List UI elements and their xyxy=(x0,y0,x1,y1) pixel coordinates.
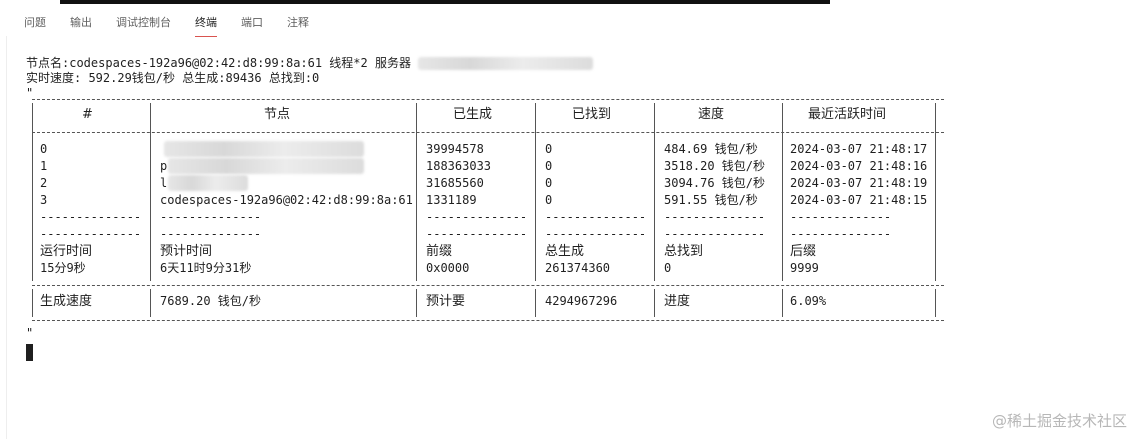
node-info-text: 节点名:codespaces-192a96@02:42:d8:99:8a:61 … xyxy=(26,56,411,70)
watermark: @稀土掘金技术社区 xyxy=(991,412,1127,430)
summary-label-suffix: 后缀 xyxy=(790,244,817,259)
row1-node: p xyxy=(160,159,168,173)
col-line-6 xyxy=(935,103,936,281)
tab-debug-console[interactable]: 调试控制台 xyxy=(106,10,181,34)
footer-value-expected: 4294967296 xyxy=(545,294,618,308)
summary-value-eta: 6天11时9分31秒 xyxy=(160,261,252,275)
row3-speed: 591.55 钱包/秒 xyxy=(664,193,758,207)
sep-a-1: -------------- xyxy=(160,210,262,224)
col-line-1 xyxy=(150,103,151,281)
row3-node: codespaces-192a96@02:42:d8:99:8a:61 xyxy=(160,193,413,207)
tab-output[interactable]: 输出 xyxy=(60,10,102,34)
summary-label-total-found: 总找到 xyxy=(664,244,704,259)
footer-label-expected: 预计要 xyxy=(426,294,466,309)
row1-generated: 188363033 xyxy=(426,159,492,173)
table-header-divider xyxy=(32,132,944,133)
summary-value-suffix: 9999 xyxy=(790,261,819,275)
redacted-node-1 xyxy=(168,158,364,174)
col-line-2 xyxy=(416,103,417,281)
col-line-3 xyxy=(535,103,536,281)
summary-label-prefix: 前缀 xyxy=(426,244,453,259)
row0-last-active: 2024-03-07 21:48:17 xyxy=(790,142,928,156)
row2-generated: 31685560 xyxy=(426,176,484,190)
sep-b-1: -------------- xyxy=(160,227,262,241)
redacted-node-2 xyxy=(168,175,248,191)
terminal-cursor xyxy=(26,344,33,361)
sep-b-2: -------------- xyxy=(426,227,528,241)
summary-value-prefix: 0x0000 xyxy=(426,261,470,275)
footer-label-progress: 进度 xyxy=(664,294,691,309)
sep-b-3: -------------- xyxy=(545,227,647,241)
redacted-server xyxy=(418,57,594,70)
footer-line-1 xyxy=(150,289,151,317)
row2-node: l xyxy=(160,176,168,190)
footer-value-progress: 6.09% xyxy=(790,294,827,308)
row3-generated: 1331189 xyxy=(426,193,477,207)
row0-found: 0 xyxy=(545,142,553,156)
col-line-4 xyxy=(654,103,655,281)
summary-label-runtime: 运行时间 xyxy=(40,244,93,259)
footer-line-2 xyxy=(416,289,417,317)
header-generated: 已生成 xyxy=(453,107,493,122)
dark-strip xyxy=(60,0,830,4)
stats-table: # 节点 已生成 已找到 速度 最近活跃时间 0 39994578 0 484.… xyxy=(26,95,946,335)
title-bar-strip xyxy=(0,0,1133,8)
sep-a-5: -------------- xyxy=(790,210,892,224)
sep-a-0: -------------- xyxy=(40,210,142,224)
terminal-line-node: 节点名:codespaces-192a96@02:42:d8:99:8a:61 … xyxy=(26,56,1026,71)
footer-label-speed: 生成速度 xyxy=(40,294,93,309)
row0-speed: 484.69 钱包/秒 xyxy=(664,142,758,156)
footer-value-speed: 7689.20 钱包/秒 xyxy=(160,294,262,308)
tab-problems[interactable]: 问题 xyxy=(14,10,56,34)
table-border-bottom xyxy=(32,320,944,321)
tab-terminal[interactable]: 终端 xyxy=(185,10,227,37)
panel-tabs: 问题 输出 调试控制台 终端 端口 注释 xyxy=(0,8,1133,37)
row1-id: 1 xyxy=(40,159,48,173)
sep-b-5: -------------- xyxy=(790,227,892,241)
row3-id: 3 xyxy=(40,193,48,207)
sep-a-3: -------------- xyxy=(545,210,647,224)
sep-b-4: -------------- xyxy=(664,227,766,241)
summary-label-eta: 预计时间 xyxy=(160,244,213,259)
header-speed: 速度 xyxy=(698,107,725,122)
header-index: # xyxy=(82,107,93,122)
row2-last-active: 2024-03-07 21:48:19 xyxy=(790,176,928,190)
terminal-quote-close: " xyxy=(26,326,34,340)
header-node: 节点 xyxy=(264,107,291,122)
tab-ports[interactable]: 端口 xyxy=(231,10,273,34)
sep-a-2: -------------- xyxy=(426,210,528,224)
footer-line-4 xyxy=(654,289,655,317)
row0-id: 0 xyxy=(40,142,48,156)
row2-speed: 3094.76 钱包/秒 xyxy=(664,176,766,190)
footer-line-6 xyxy=(935,289,936,317)
row2-found: 0 xyxy=(545,176,553,190)
table-border-top xyxy=(32,99,944,100)
terminal-line-speed: 实时速度: 592.29钱包/秒 总生成:89436 总找到:0 xyxy=(26,71,320,85)
footer-line-0 xyxy=(32,289,33,317)
summary-value-runtime: 15分9秒 xyxy=(40,261,86,275)
col-line-0 xyxy=(32,103,33,281)
header-last-active: 最近活跃时间 xyxy=(808,107,887,122)
header-found: 已找到 xyxy=(572,107,612,122)
summary-label-total-generated: 总生成 xyxy=(545,244,585,259)
panel-left-border xyxy=(6,36,7,439)
table-summary-divider xyxy=(32,285,944,286)
sep-a-4: -------------- xyxy=(664,210,766,224)
row1-speed: 3518.20 钱包/秒 xyxy=(664,159,766,173)
redacted-node-0 xyxy=(164,141,364,157)
summary-value-total-found: 0 xyxy=(664,261,672,275)
tab-comments[interactable]: 注释 xyxy=(277,10,319,34)
summary-value-total-generated: 261374360 xyxy=(545,261,611,275)
col-line-5 xyxy=(782,103,783,281)
row1-last-active: 2024-03-07 21:48:16 xyxy=(790,159,928,173)
sep-b-0: -------------- xyxy=(40,227,142,241)
row1-found: 0 xyxy=(545,159,553,173)
row3-found: 0 xyxy=(545,193,553,207)
row3-last-active: 2024-03-07 21:48:15 xyxy=(790,193,928,207)
row0-generated: 39994578 xyxy=(426,142,484,156)
row2-id: 2 xyxy=(40,176,48,190)
footer-line-3 xyxy=(535,289,536,317)
footer-line-5 xyxy=(782,289,783,317)
